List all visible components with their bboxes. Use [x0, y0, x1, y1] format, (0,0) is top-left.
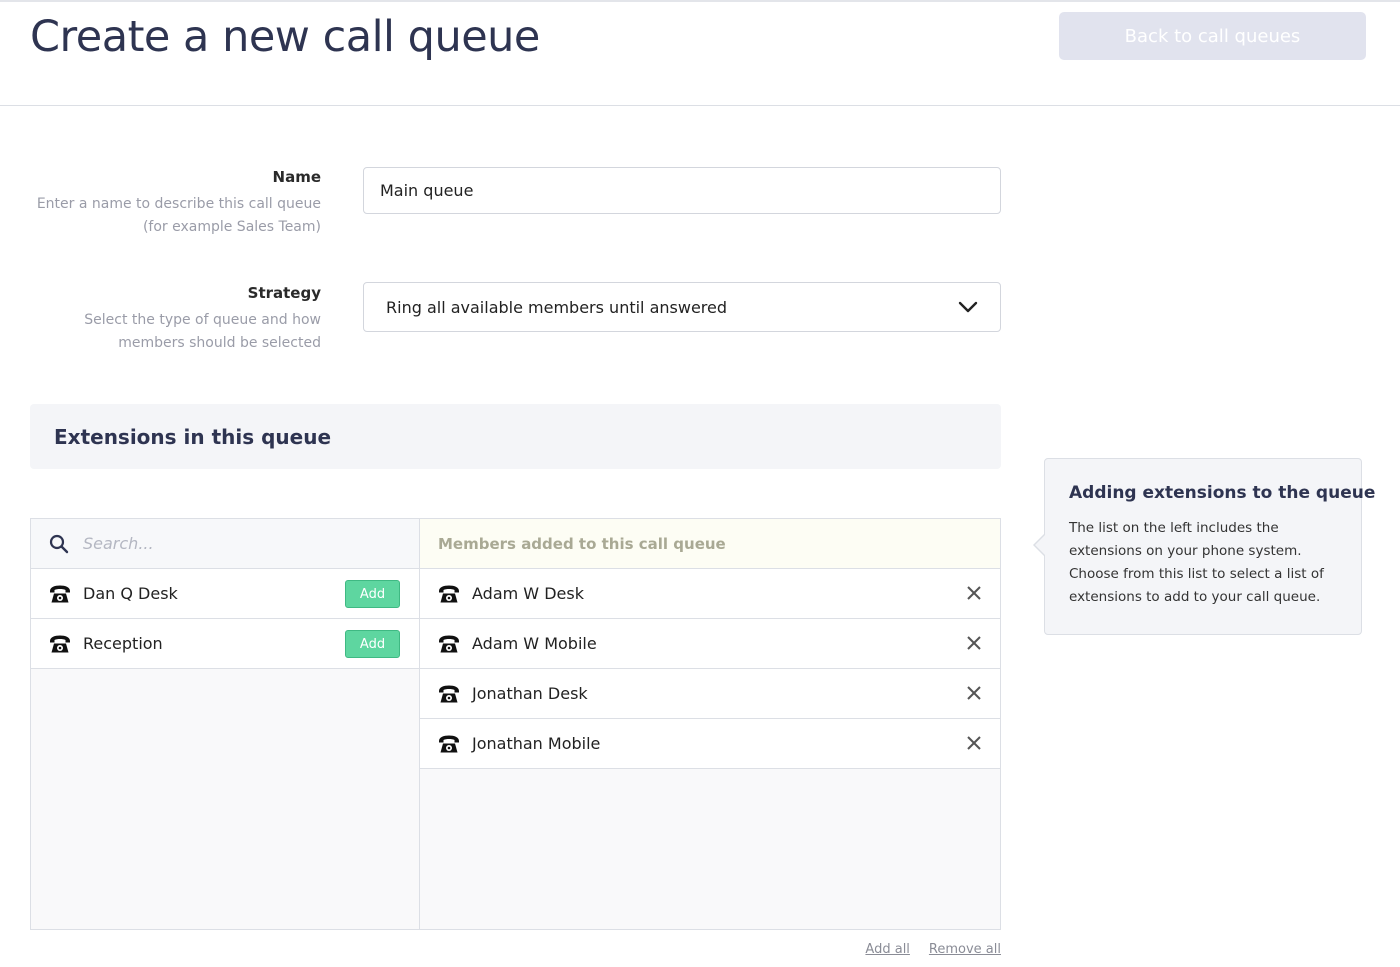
member-row: Jonathan Desk	[420, 669, 1000, 719]
member-row: Jonathan Mobile	[420, 719, 1000, 769]
help-panel-title: Adding extensions to the queue	[1069, 483, 1376, 503]
extensions-section-header: Extensions in this queue	[30, 404, 1001, 469]
telephone-icon	[439, 685, 459, 702]
name-input-value: Main queue	[380, 181, 474, 200]
strategy-select[interactable]: Ring all available members until answere…	[363, 282, 1001, 332]
close-icon[interactable]	[966, 685, 982, 701]
member-row: Adam W Mobile	[420, 619, 1000, 669]
member-name: Jonathan Mobile	[472, 734, 601, 753]
close-icon[interactable]	[966, 585, 982, 601]
telephone-icon	[50, 635, 70, 652]
strategy-label: Strategy	[247, 284, 321, 302]
strategy-selected-value: Ring all available members until answere…	[386, 297, 728, 317]
close-icon[interactable]	[966, 735, 982, 751]
page-title: Create a new call queue	[30, 12, 540, 62]
extension-picker: Dan Q Desk Add Reception Add Members add…	[30, 518, 1001, 930]
close-icon[interactable]	[966, 635, 982, 651]
member-name: Adam W Mobile	[472, 634, 597, 653]
available-extensions-column: Dan Q Desk Add Reception Add	[31, 519, 420, 929]
telephone-icon	[50, 585, 70, 602]
strategy-help-line2: members should be selected	[118, 335, 321, 351]
chevron-down-icon	[958, 301, 978, 313]
telephone-icon	[439, 585, 459, 602]
search-row	[31, 519, 419, 569]
telephone-icon	[439, 635, 459, 652]
member-name: Jonathan Desk	[472, 684, 588, 703]
bulk-actions: Add all Remove all	[865, 942, 1001, 957]
strategy-field-label-group: Strategy Select the type of queue and ho…	[30, 284, 321, 355]
available-extension-row: Dan Q Desk Add	[31, 569, 419, 619]
member-row: Adam W Desk	[420, 569, 1000, 619]
remove-all-link[interactable]: Remove all	[929, 942, 1001, 957]
add-all-link[interactable]: Add all	[865, 942, 910, 957]
name-label: Name	[272, 168, 321, 186]
page-header: Create a new call queue Back to call que…	[0, 2, 1400, 106]
name-field-label-group: Name Enter a name to describe this call …	[30, 168, 321, 239]
available-extension-name: Reception	[83, 634, 163, 653]
members-header: Members added to this call queue	[420, 519, 1000, 569]
help-panel: Adding extensions to the queue The list …	[1033, 458, 1376, 635]
members-column: Members added to this call queue Adam W …	[420, 519, 1000, 929]
add-extension-button[interactable]: Add	[345, 630, 400, 658]
telephone-icon	[439, 735, 459, 752]
name-input[interactable]: Main queue	[363, 167, 1001, 214]
help-panel-body: The list on the left includes the extens…	[1069, 520, 1324, 605]
add-extension-button[interactable]: Add	[345, 580, 400, 608]
name-help-line2: (for example Sales Team)	[142, 219, 321, 235]
search-input[interactable]	[81, 533, 385, 554]
available-extension-name: Dan Q Desk	[83, 584, 178, 603]
extensions-section-title: Extensions in this queue	[54, 424, 332, 449]
member-name: Adam W Desk	[472, 584, 584, 603]
back-to-call-queues-button[interactable]: Back to call queues	[1059, 12, 1366, 60]
search-icon	[49, 534, 69, 553]
strategy-help-line1: Select the type of queue and how	[84, 312, 321, 328]
name-help-line1: Enter a name to describe this call queue	[36, 196, 321, 212]
available-extension-row: Reception Add	[31, 619, 419, 669]
